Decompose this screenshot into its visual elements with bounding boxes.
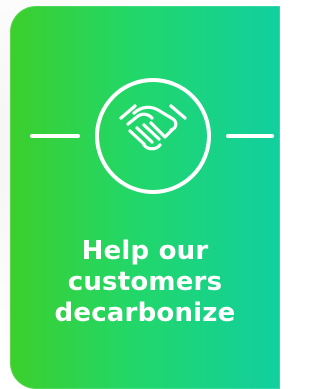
handshake-illustration [30,78,274,194]
icon-row [10,76,280,194]
icon-circle [95,78,211,194]
title-line-2: customers [67,267,223,298]
handshake-icon [119,104,187,151]
value-card: Help our customers decarbonize [10,6,280,389]
title-line-3: decarbonize [54,298,236,329]
title-line-1: Help our [81,236,209,266]
card-title: Help our customers decarbonize [10,236,280,330]
